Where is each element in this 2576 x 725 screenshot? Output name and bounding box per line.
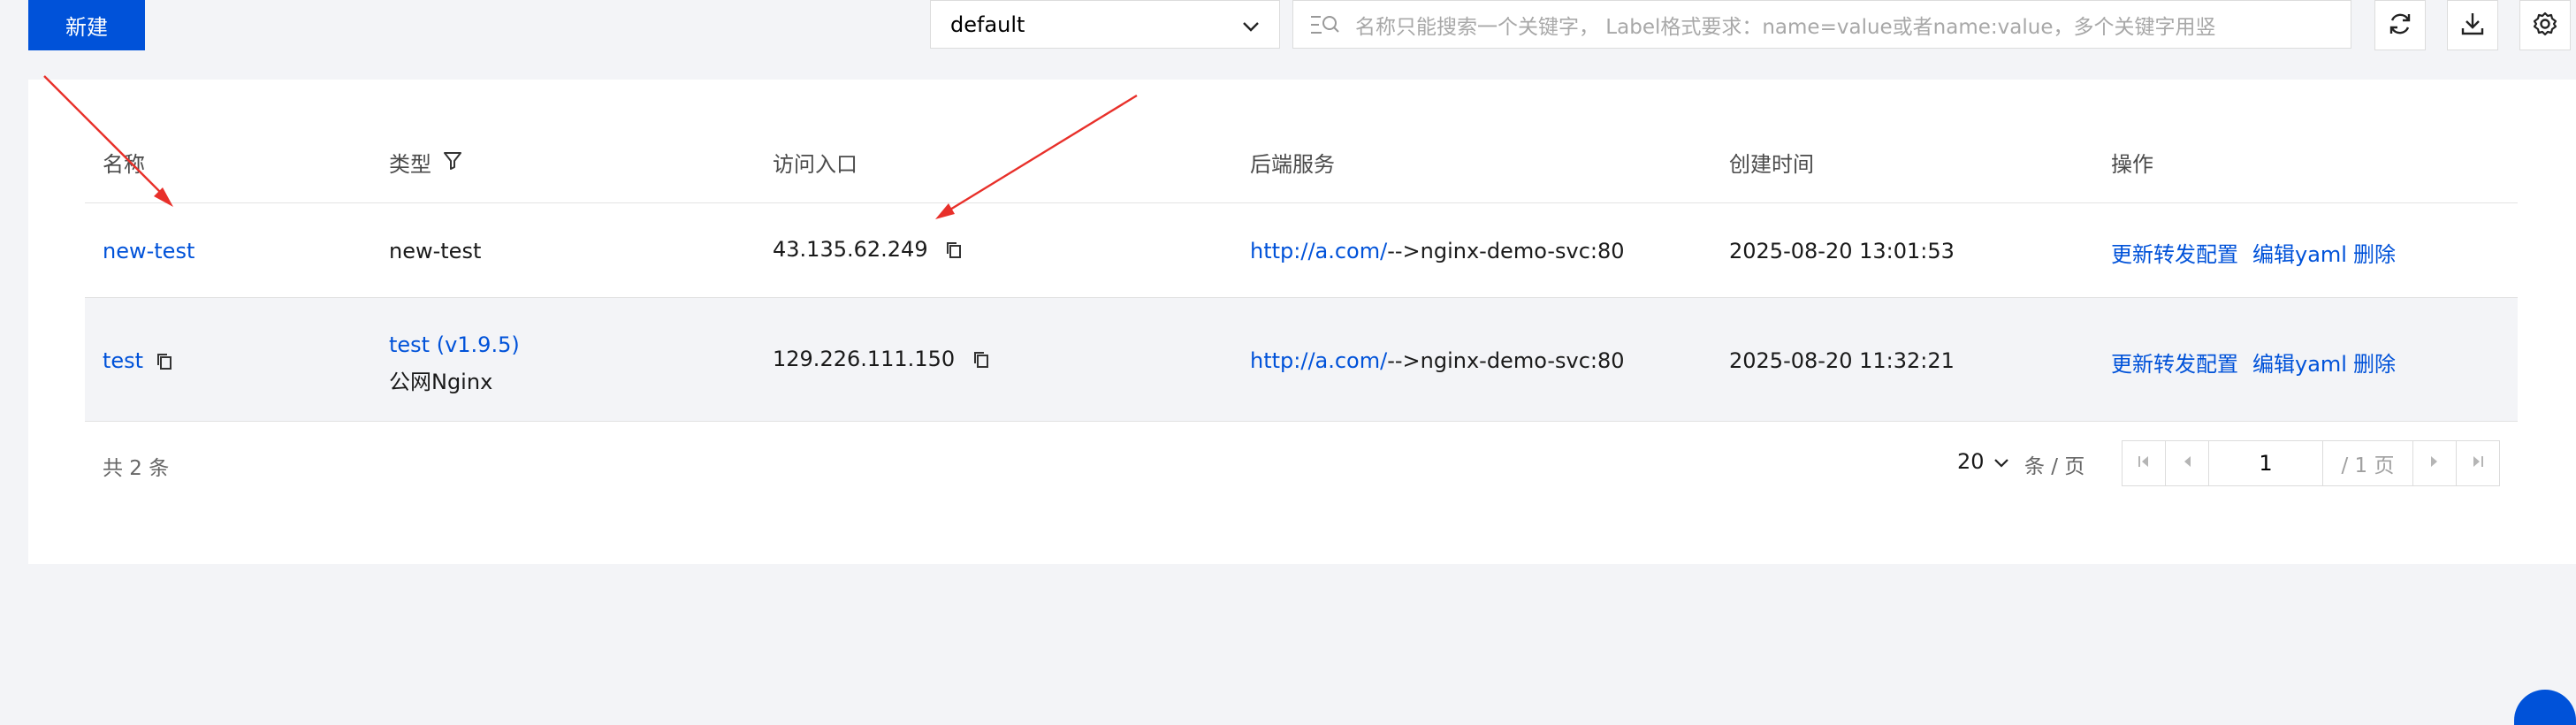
annotation-arrow [935,94,1138,219]
annotation-arrows [43,75,1138,219]
annotation-arrow [43,75,173,207]
